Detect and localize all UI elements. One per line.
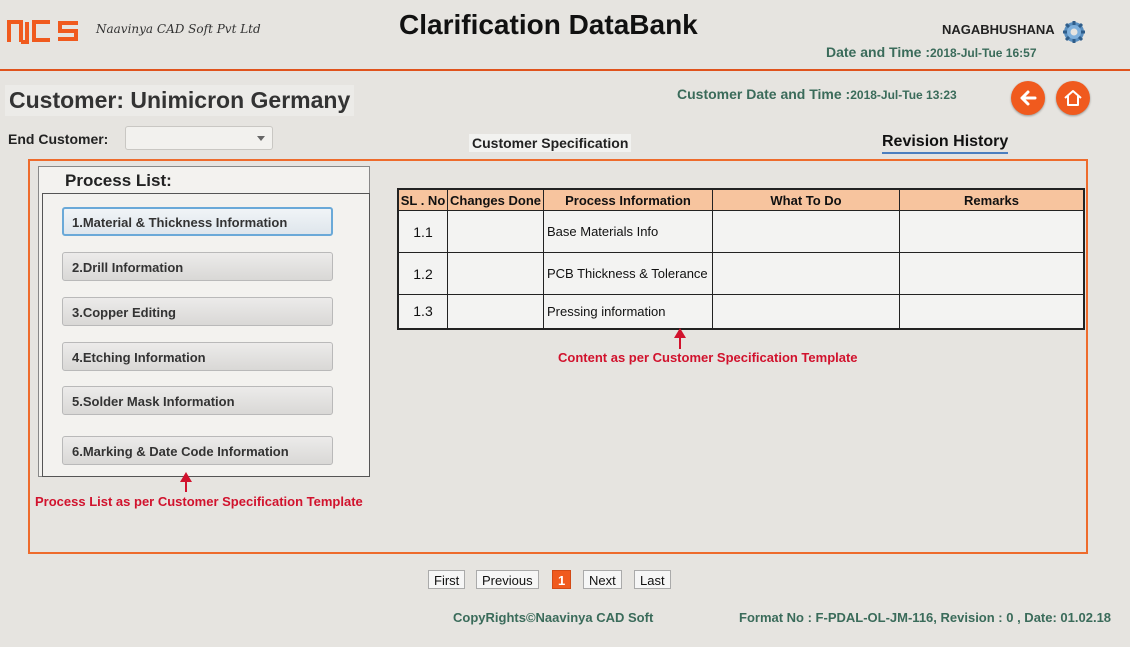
customer-datetime-value: 2018-Jul-Tue 13:23 [850, 88, 957, 102]
table-cell: 1.3 [397, 294, 448, 329]
column-header: What To Do [712, 188, 900, 211]
table-cell[interactable] [712, 210, 900, 253]
table-cell[interactable] [447, 252, 544, 295]
copyright: CopyRights©Naavinya CAD Soft [453, 610, 654, 625]
table-cell[interactable] [447, 210, 544, 253]
previous-page-button[interactable]: Previous [476, 570, 539, 589]
datetime-value: 2018-Jul-Tue 16:57 [930, 46, 1037, 60]
end-customer-label: End Customer: [8, 131, 109, 147]
table-cell: Pressing information [543, 294, 713, 329]
process-list-title: Process List: [65, 171, 172, 190]
process-item-etching[interactable]: 4.Etching Information [62, 342, 333, 371]
datetime: Date and Time :2018-Jul-Tue 16:57 [826, 44, 1037, 60]
table-header-row: SL . No Changes Done Process Information… [397, 188, 1085, 211]
process-item-copper-editing[interactable]: 3.Copper Editing [62, 297, 333, 326]
header-divider [0, 69, 1130, 71]
table-row[interactable]: 1.2 PCB Thickness & Tolerance [397, 252, 1085, 295]
table-row[interactable]: 1.1 Base Materials Info [397, 210, 1085, 253]
process-item-marking-date-code[interactable]: 6.Marking & Date Code Information [62, 436, 333, 465]
table-cell[interactable] [712, 294, 900, 329]
last-page-button[interactable]: Last [634, 570, 671, 589]
table-cell[interactable] [899, 252, 1085, 295]
customer-title: Customer: Unimicron Germany [5, 85, 355, 116]
arrow-shaft [185, 481, 187, 492]
ncs-logo [7, 20, 78, 44]
column-header: SL . No [397, 188, 448, 211]
username: NAGABHUSHANA [942, 22, 1055, 37]
app-title: Clarification DataBank [399, 9, 698, 40]
process-item-solder-mask[interactable]: 5.Solder Mask Information [62, 386, 333, 415]
next-page-button[interactable]: Next [583, 570, 622, 589]
arrow-shaft [679, 337, 681, 349]
table-cell: 1.2 [397, 252, 448, 295]
current-page-button[interactable]: 1 [552, 570, 572, 589]
column-header: Remarks [899, 188, 1085, 211]
gear-icon[interactable] [1062, 20, 1086, 44]
back-button[interactable] [1011, 81, 1045, 115]
datetime-label: Date and Time : [826, 44, 930, 60]
table-row[interactable]: 1.3 Pressing information [397, 294, 1085, 329]
table-cell[interactable] [447, 294, 544, 329]
table-cell: PCB Thickness & Tolerance [543, 252, 713, 295]
column-header: Process Information [543, 188, 713, 211]
arrow-left-icon [1020, 90, 1037, 106]
first-page-button[interactable]: First [428, 570, 466, 589]
chevron-down-icon [257, 136, 265, 141]
home-button[interactable] [1056, 81, 1090, 115]
table-cell[interactable] [712, 252, 900, 295]
process-list-note: Process List as per Customer Specificati… [35, 494, 363, 509]
tab-revision-history[interactable]: Revision History [882, 133, 1009, 154]
end-customer-select[interactable] [125, 126, 273, 150]
table-cell: Base Materials Info [543, 210, 713, 253]
process-item-drill[interactable]: 2.Drill Information [62, 252, 333, 281]
process-item-material-thickness[interactable]: 1.Material & Thickness Information [62, 207, 333, 236]
table-cell[interactable] [899, 210, 1085, 253]
company-name: Naavinya CAD Soft Pvt Ltd [96, 22, 261, 36]
format-number: Format No : F-PDAL-OL-JM-116, Revision :… [739, 610, 1112, 625]
specification-table: SL . No Changes Done Process Information… [397, 188, 1085, 330]
table-cell: 1.1 [397, 210, 448, 253]
tab-customer-specification[interactable]: Customer Specification [469, 134, 632, 152]
table-cell[interactable] [899, 294, 1085, 329]
table-note: Content as per Customer Specification Te… [558, 350, 858, 365]
home-icon [1064, 90, 1082, 106]
column-header: Changes Done [447, 188, 544, 211]
customer-datetime: Customer Date and Time :2018-Jul-Tue 13:… [677, 86, 957, 102]
customer-datetime-label: Customer Date and Time : [677, 86, 851, 102]
